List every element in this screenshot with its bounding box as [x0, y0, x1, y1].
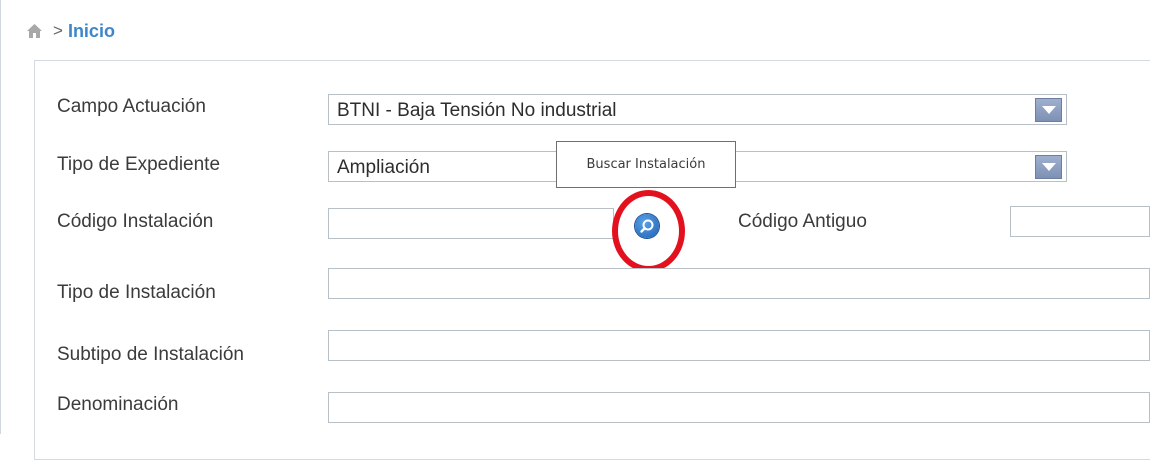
- tipo-expediente-value: Ampliación: [337, 157, 430, 178]
- campo-actuacion-select[interactable]: BTNI - Baja Tensión No industrial: [328, 94, 1067, 125]
- codigo-antiguo-label: Código Antiguo: [738, 211, 867, 232]
- tipo-instalacion-input[interactable]: [328, 268, 1150, 299]
- breadcrumb-separator: >: [53, 21, 63, 40]
- codigo-antiguo-input[interactable]: [1010, 206, 1150, 237]
- subtipo-instalacion-input[interactable]: [328, 330, 1150, 361]
- breadcrumb: > Inicio: [26, 18, 115, 44]
- campo-actuacion-label: Campo Actuación: [57, 96, 206, 117]
- page-frame: > Inicio Campo Actuación BTNI - Baja Ten…: [0, 0, 1150, 460]
- denominacion-input[interactable]: [328, 392, 1150, 423]
- dropdown-arrow-icon[interactable]: [1035, 98, 1062, 122]
- tipo-expediente-label: Tipo de Expediente: [57, 154, 221, 175]
- breadcrumb-current[interactable]: Inicio: [68, 21, 115, 42]
- home-icon[interactable]: [26, 23, 43, 39]
- tooltip: Buscar Instalación: [556, 141, 736, 188]
- campo-actuacion-value: BTNI - Baja Tensión No industrial: [337, 100, 617, 121]
- denominacion-label: Denominación: [57, 394, 179, 415]
- codigo-instalacion-input[interactable]: [328, 208, 614, 239]
- dropdown-arrow-icon[interactable]: [1035, 155, 1062, 179]
- subtipo-instalacion-label: Subtipo de Instalación: [57, 344, 244, 365]
- red-annotation-circle: [612, 190, 685, 272]
- tipo-instalacion-label: Tipo de Instalación: [57, 282, 216, 303]
- codigo-instalacion-label: Código Instalación: [57, 211, 214, 232]
- tooltip-text: Buscar Instalación: [586, 157, 706, 172]
